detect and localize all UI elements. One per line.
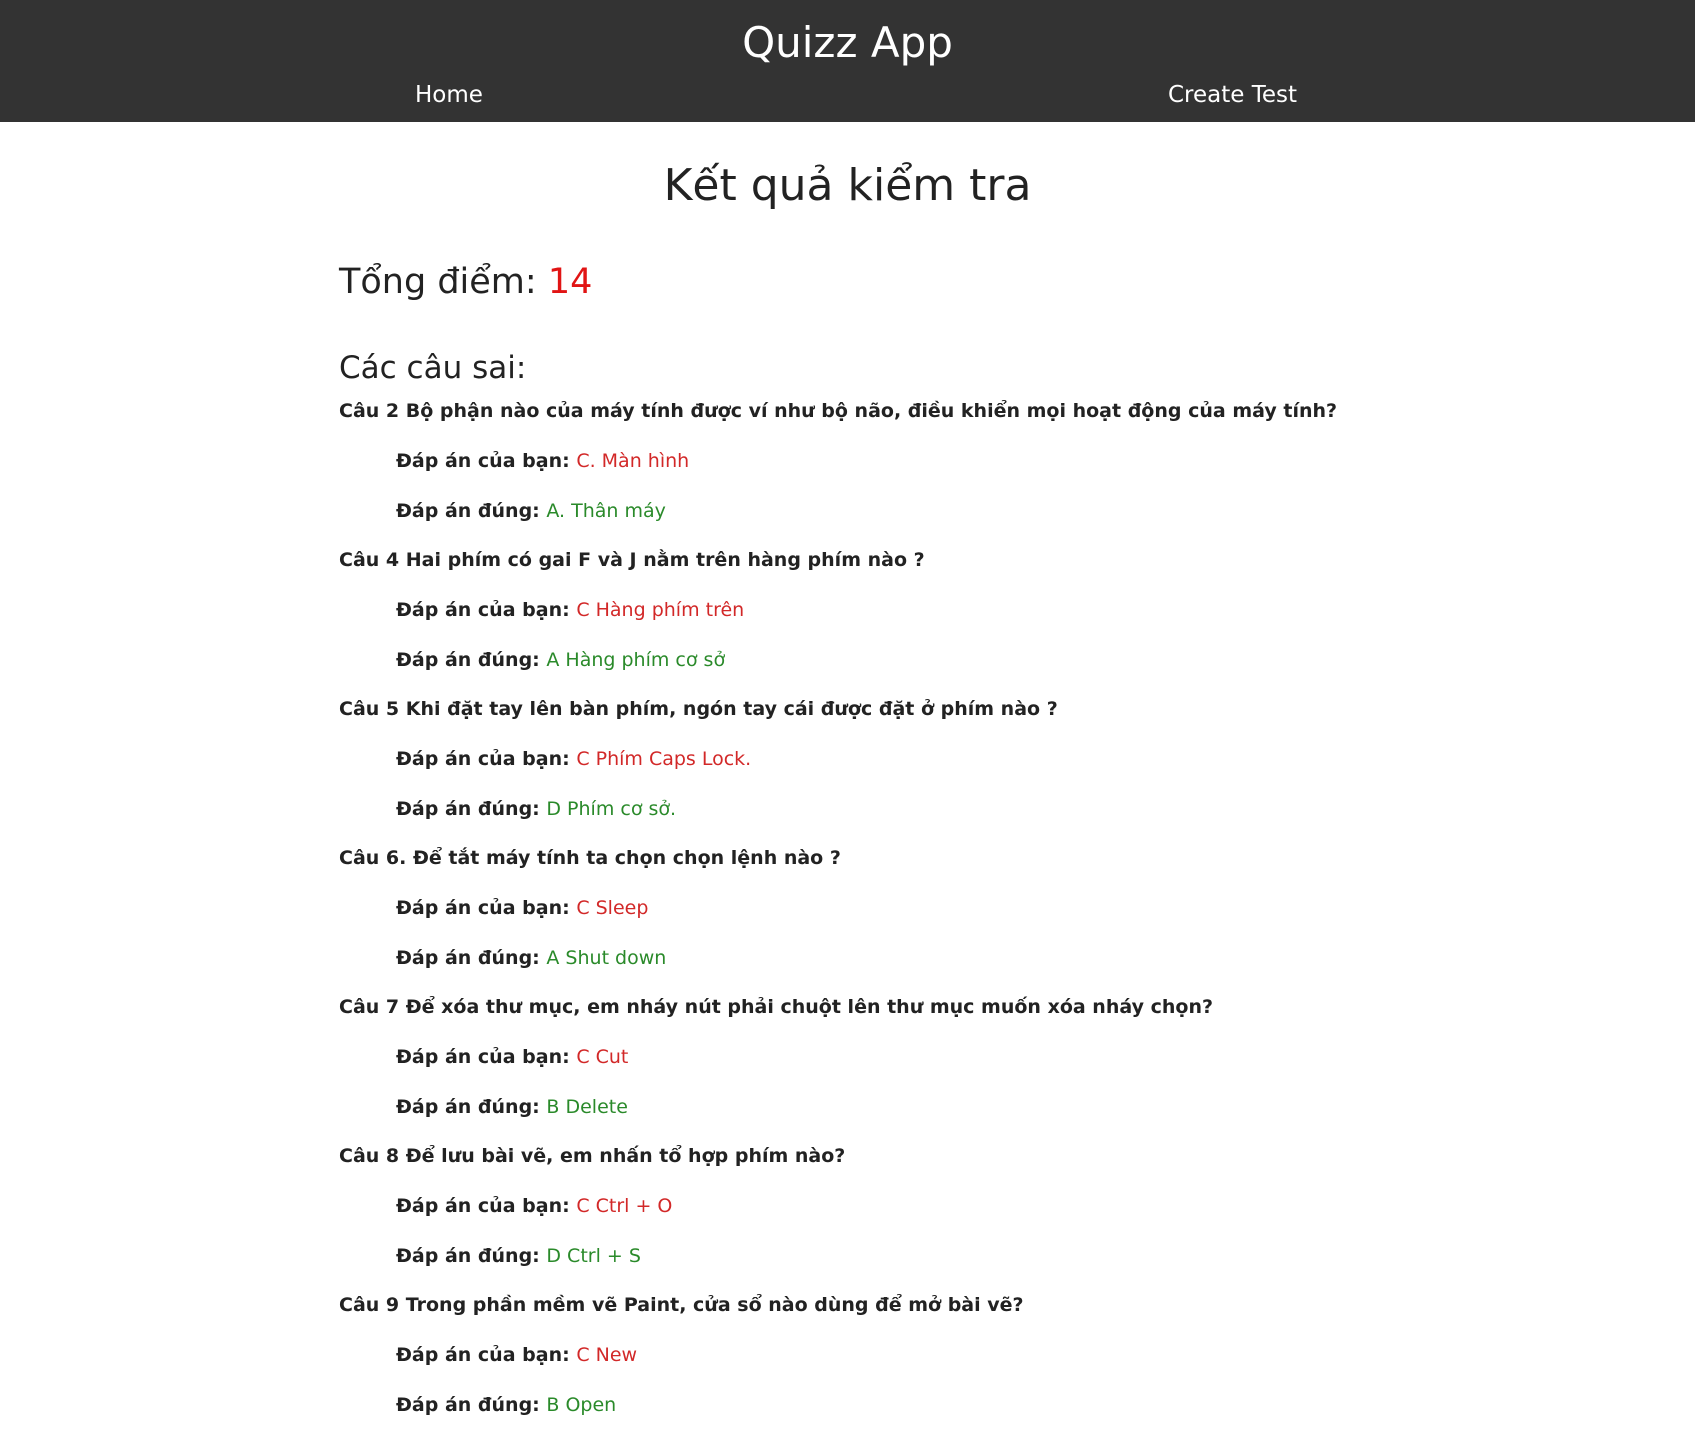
correct-answer-label: Đáp án đúng:: [396, 947, 547, 969]
page-title: Kết quả kiểm tra: [663, 160, 1032, 211]
correct-answer-value: A. Thân máy: [546, 500, 666, 522]
wrong-answers-heading: Các câu sai:: [339, 350, 527, 386]
correct-answer-label: Đáp án đúng:: [396, 1245, 547, 1267]
your-answer-label: Đáp án của bạn:: [396, 1195, 577, 1217]
correct-answer-value: D Phím cơ sở.: [546, 798, 677, 820]
question-text: Câu 4 Hai phím có gai F và J nằm trên hà…: [339, 549, 925, 571]
wrong-question-item: Câu 8 Để lưu bài vẽ, em nhấn tổ hợp phím…: [339, 1141, 1639, 1290]
question-text: Câu 9 Trong phần mềm vẽ Paint, cửa sổ nà…: [339, 1294, 1024, 1316]
correct-answer-line: Đáp án đúng: B Open: [396, 1390, 1639, 1420]
question-text: Câu 2 Bộ phận nào của máy tính được ví n…: [339, 400, 1338, 422]
question-text: Câu 5 Khi đặt tay lên bàn phím, ngón tay…: [339, 698, 1058, 720]
wrong-question-item: Câu 2 Bộ phận nào của máy tính được ví n…: [339, 396, 1639, 545]
wrong-question-item: Câu 5 Khi đặt tay lên bàn phím, ngón tay…: [339, 694, 1639, 843]
app-header: Quizz App Home Create Test: [0, 0, 1695, 122]
correct-answer-line: Đáp án đúng: B Delete: [396, 1092, 1639, 1122]
your-answer-line: Đáp án của bạn: C Phím Caps Lock.: [396, 744, 1639, 774]
your-answer-label: Đáp án của bạn:: [396, 748, 577, 770]
correct-answer-line: Đáp án đúng: D Ctrl + S: [396, 1241, 1639, 1271]
your-answer-line: Đáp án của bạn: C Hàng phím trên: [396, 595, 1639, 625]
your-answer-value: C. Màn hình: [576, 450, 690, 472]
correct-answer-value: D Ctrl + S: [546, 1245, 641, 1267]
correct-answer-label: Đáp án đúng:: [396, 1096, 547, 1118]
your-answer-label: Đáp án của bạn:: [396, 450, 577, 472]
correct-answer-value: A Hàng phím cơ sở: [546, 649, 726, 671]
correct-answer-value: B Open: [546, 1394, 617, 1416]
your-answer-label: Đáp án của bạn:: [396, 1344, 577, 1366]
your-answer-value: C Hàng phím trên: [576, 599, 745, 621]
wrong-question-item: Câu 6. Để tắt máy tính ta chọn chọn lệnh…: [339, 843, 1639, 992]
wrong-question-item: Câu 7 Để xóa thư mục, em nháy nút phải c…: [339, 992, 1639, 1141]
your-answer-label: Đáp án của bạn:: [396, 1046, 577, 1068]
question-text: Câu 6. Để tắt máy tính ta chọn chọn lệnh…: [339, 847, 841, 869]
correct-answer-line: Đáp án đúng: D Phím cơ sở.: [396, 794, 1639, 824]
nav-home-link[interactable]: Home: [415, 80, 483, 110]
correct-answer-label: Đáp án đúng:: [396, 649, 547, 671]
your-answer-value: C Cut: [576, 1046, 629, 1068]
your-answer-value: C Sleep: [576, 897, 649, 919]
your-answer-value: C Phím Caps Lock.: [576, 748, 752, 770]
your-answer-line: Đáp án của bạn: C Ctrl + O: [396, 1191, 1639, 1221]
your-answer-label: Đáp án của bạn:: [396, 599, 577, 621]
your-answer-label: Đáp án của bạn:: [396, 897, 577, 919]
your-answer-line: Đáp án của bạn: C New: [396, 1340, 1639, 1370]
your-answer-value: C New: [576, 1344, 638, 1366]
your-answer-line: Đáp án của bạn: C Cut: [396, 1042, 1639, 1072]
correct-answer-label: Đáp án đúng:: [396, 798, 547, 820]
correct-answer-line: Đáp án đúng: A Hàng phím cơ sở: [396, 645, 1639, 675]
wrong-question-item: Câu 4 Hai phím có gai F và J nằm trên hà…: [339, 545, 1639, 694]
correct-answer-label: Đáp án đúng:: [396, 1394, 547, 1416]
total-score-value: 14: [547, 262, 593, 302]
correct-answer-value: A Shut down: [546, 947, 667, 969]
question-text: Câu 8 Để lưu bài vẽ, em nhấn tổ hợp phím…: [339, 1145, 846, 1167]
your-answer-line: Đáp án của bạn: C Sleep: [396, 893, 1639, 923]
correct-answer-line: Đáp án đúng: A Shut down: [396, 943, 1639, 973]
your-answer-line: Đáp án của bạn: C. Màn hình: [396, 446, 1639, 476]
correct-answer-label: Đáp án đúng:: [396, 500, 547, 522]
total-score-label: Tổng điểm:: [339, 262, 548, 302]
nav-create-test-link[interactable]: Create Test: [1168, 80, 1297, 110]
question-text: Câu 7 Để xóa thư mục, em nháy nút phải c…: [339, 996, 1213, 1018]
wrong-answers-list: Câu 2 Bộ phận nào của máy tính được ví n…: [339, 396, 1639, 1439]
correct-answer-value: B Delete: [546, 1096, 628, 1118]
app-title: Quizz App: [742, 18, 953, 67]
correct-answer-line: Đáp án đúng: A. Thân máy: [396, 496, 1639, 526]
total-score: Tổng điểm: 14: [339, 258, 592, 306]
wrong-question-item: Câu 9 Trong phần mềm vẽ Paint, cửa sổ nà…: [339, 1290, 1639, 1439]
your-answer-value: C Ctrl + O: [576, 1195, 673, 1217]
